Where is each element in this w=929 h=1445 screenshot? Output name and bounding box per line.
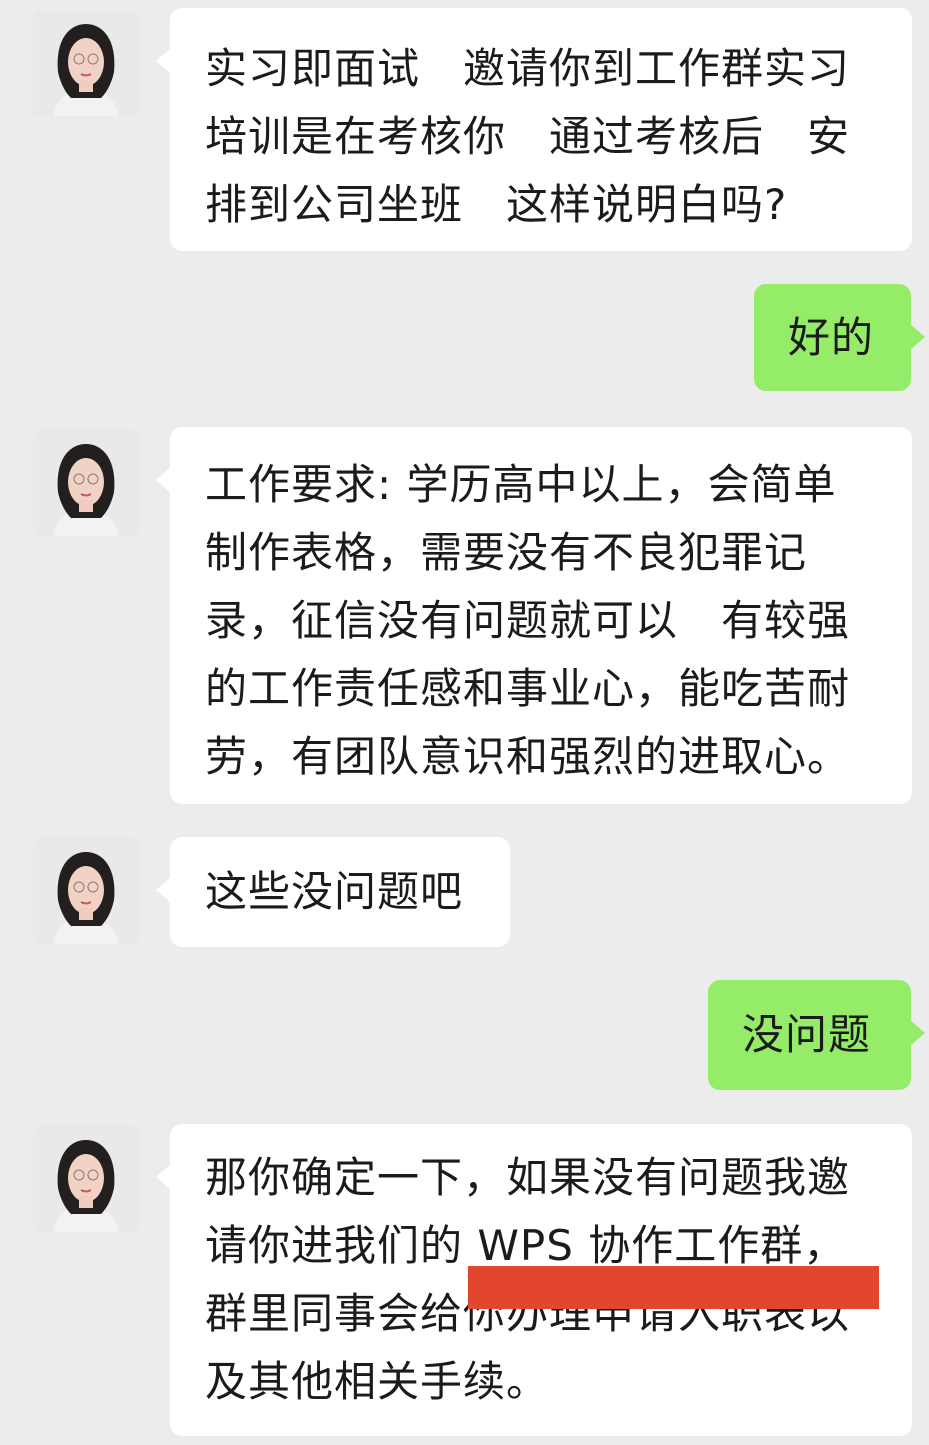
avatar-portrait-icon xyxy=(33,1126,139,1232)
sent-message-bubble[interactable]: 没问题 xyxy=(708,980,925,1090)
avatar-portrait-icon xyxy=(33,838,139,944)
message-line: 工作要求: 学历高中以上，会简单 xyxy=(205,460,837,509)
avatar-portrait-icon xyxy=(33,430,139,536)
message-line: 排到公司坐班 这样说明白吗? xyxy=(205,180,788,229)
message-line: 没问题 xyxy=(742,1010,872,1059)
contact-avatar[interactable] xyxy=(33,838,139,944)
contact-avatar[interactable] xyxy=(33,10,139,116)
message-line: 的工作责任感和事业心，能吃苦耐 xyxy=(205,664,851,713)
received-message-bubble[interactable]: 这些没问题吧 xyxy=(156,837,510,947)
contact-avatar[interactable] xyxy=(33,430,139,536)
message-line: 实习即面试 邀请你到工作群实习 xyxy=(205,44,851,93)
message-line: 制作表格，需要没有不良犯罪记 xyxy=(205,528,808,577)
message-line: 及其他相关手续。 xyxy=(205,1357,550,1406)
message-line: 那你确定一下，如果没有问题我邀 xyxy=(205,1153,851,1202)
avatar-portrait-icon xyxy=(33,10,139,116)
sent-message-bubble[interactable]: 好的 xyxy=(754,284,925,391)
received-message-bubble[interactable]: 工作要求: 学历高中以上，会简单 制作表格，需要没有不良犯罪记 录，征信没有问题… xyxy=(156,427,912,804)
message-line: 录，征信没有问题就可以 有较强 xyxy=(205,596,851,645)
contact-avatar[interactable] xyxy=(33,1126,139,1232)
message-line: 这些没问题吧 xyxy=(205,867,464,916)
message-line: 劳，有团队意识和强烈的进取心。 xyxy=(205,732,851,781)
received-message-bubble[interactable]: 实习即面试 邀请你到工作群实习 培训是在考核你 通过考核后 安 排到公司坐班 这… xyxy=(156,8,912,251)
redaction-bar xyxy=(468,1266,879,1309)
message-line: 培训是在考核你 通过考核后 安 xyxy=(205,112,851,161)
message-line: 好的 xyxy=(788,313,875,362)
